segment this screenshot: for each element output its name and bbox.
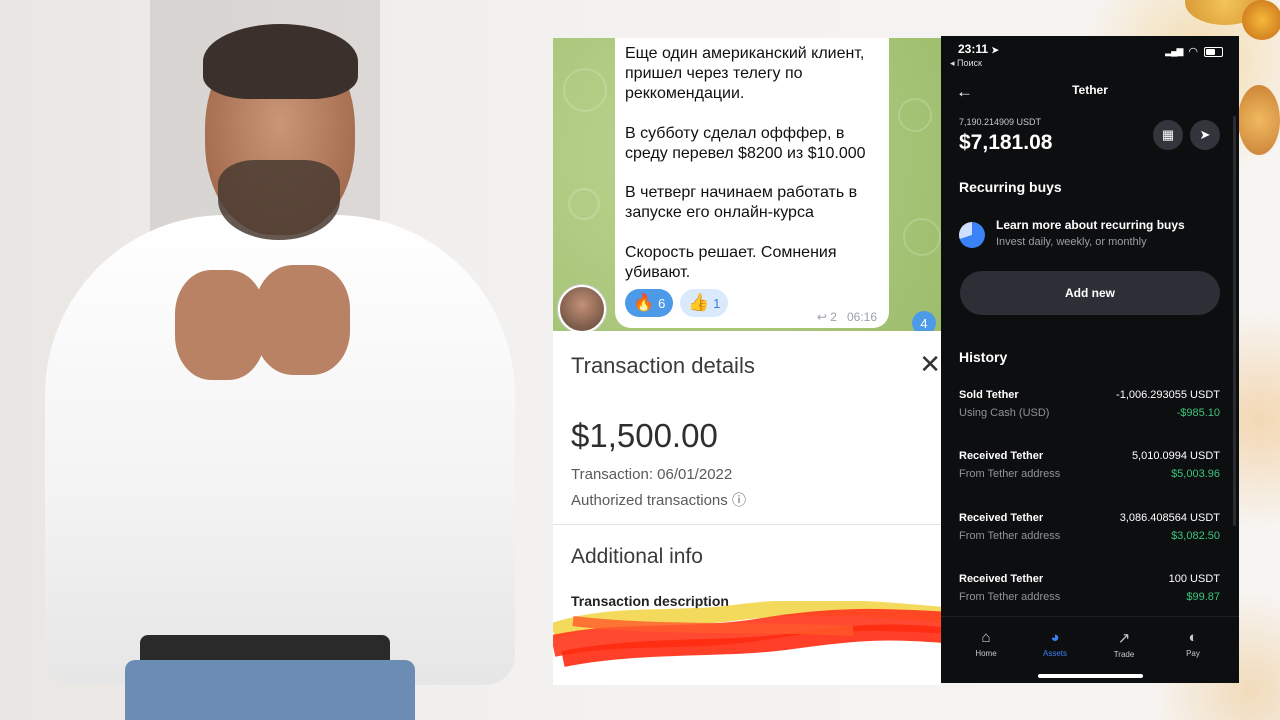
history-fiat: -$985.10	[1176, 407, 1220, 419]
tab-pay[interactable]: ◐ Pay	[1163, 629, 1223, 658]
history-amount: 5,010.0994 USDT	[1131, 450, 1220, 462]
additional-info-heading: Additional info	[571, 545, 703, 568]
history-row[interactable]: Received Tether From Tether address 100 …	[959, 573, 1220, 613]
location-icon: ➤	[991, 45, 999, 55]
message-meta: ↩ 2 06:16	[817, 310, 877, 324]
message-paragraph: Скорость решает. Сомнения убивают.	[625, 244, 837, 281]
status-time: 23:11 ➤	[958, 42, 999, 56]
redaction-scribble	[553, 601, 941, 667]
tab-assets[interactable]: ◕ Assets	[1025, 629, 1085, 658]
telegram-message-panel: Еще один американский клиент, пришел чер…	[553, 38, 941, 331]
send-icon: ➤	[1199, 127, 1211, 142]
reaction-count: 1	[713, 295, 721, 311]
tab-label: Home	[975, 649, 997, 658]
pay-icon: ◐	[1188, 629, 1198, 646]
wifi-icon: ◠	[1188, 46, 1198, 58]
history-fiat: $3,082.50	[1171, 530, 1220, 542]
balance-fiat: $7,181.08	[959, 131, 1053, 154]
divider	[553, 524, 941, 525]
recurring-learn-text: Learn more about recurring buys	[996, 218, 1185, 232]
recurring-buys-heading: Recurring buys	[959, 179, 1062, 195]
history-amount: 3,086.408564 USDT	[1119, 512, 1220, 524]
trend-chart-icon: ↗	[1117, 630, 1131, 647]
history-title: Sold Tether	[959, 389, 1019, 401]
scrollbar	[1233, 116, 1236, 526]
history-row[interactable]: Received Tether From Tether address 5,01…	[959, 450, 1220, 490]
status-icons: ▂▄▆ ◠	[1165, 45, 1223, 58]
recurring-sub-text: Invest daily, weekly, or monthly	[996, 236, 1147, 248]
status-back-link[interactable]: ◂ Поиск	[950, 58, 982, 69]
page-title: Transaction details	[571, 353, 755, 378]
message-time: 06:16	[846, 310, 877, 324]
authorized-transactions-link[interactable]: Authorized transactions ⓘ	[571, 490, 746, 510]
reaction-thumbs-up[interactable]: 👍 1	[680, 289, 729, 317]
status-time-text: 23:11	[958, 42, 989, 56]
home-indicator	[1038, 674, 1143, 678]
qr-code-button[interactable]: ▦	[1153, 120, 1183, 150]
history-subtitle: From Tether address	[959, 468, 1061, 480]
home-icon: ⌂	[981, 629, 991, 646]
reply-count: 2	[830, 310, 837, 324]
page-title: Tether	[1072, 83, 1108, 97]
history-heading: History	[959, 349, 1008, 365]
close-icon[interactable]: ✕	[919, 351, 941, 377]
transaction-amount: $1,500.00	[571, 417, 718, 454]
tab-label: Pay	[1186, 649, 1200, 658]
unread-badge[interactable]: 4	[912, 311, 936, 331]
history-fiat: $99.87	[1186, 591, 1220, 603]
transaction-date: Transaction: 06/01/2022	[571, 466, 733, 483]
balance-crypto: 7,190.214909 USDT	[959, 117, 1042, 127]
fire-emoji-icon: 🔥	[633, 293, 655, 312]
reaction-fire[interactable]: 🔥 6	[625, 289, 674, 317]
avatar[interactable]	[558, 285, 606, 331]
bottom-tab-bar: ⌂ Home ◕ Assets ↗ Trade ◐ Pay	[941, 616, 1239, 683]
qr-code-icon: ▦	[1161, 127, 1175, 142]
history-amount: 100 USDT	[1168, 573, 1220, 585]
message-paragraph: В субботу сделал офффер, в среду перевел…	[625, 125, 866, 162]
history-subtitle: From Tether address	[959, 530, 1061, 542]
signal-icon: ▂▄▆	[1165, 46, 1183, 56]
transaction-details-panel: Transaction details ✕ $1,500.00 Transact…	[553, 331, 941, 685]
authorized-label: Authorized transactions	[571, 492, 728, 509]
history-title: Received Tether	[959, 450, 1044, 462]
history-row[interactable]: Received Tether From Tether address 3,08…	[959, 512, 1220, 552]
pie-chart-icon: ◕	[1050, 629, 1060, 646]
history-subtitle: Using Cash (USD)	[959, 407, 1050, 419]
send-button[interactable]: ➤	[1190, 120, 1220, 150]
tab-label: Trade	[1113, 650, 1135, 659]
reaction-count: 6	[658, 295, 666, 311]
message-paragraph: В четверг начинаем работать в запуске ег…	[625, 184, 858, 221]
coin-decoration	[1238, 85, 1280, 155]
battery-icon	[1204, 46, 1223, 57]
tab-home[interactable]: ⌂ Home	[956, 629, 1016, 658]
message-paragraph: Еще один американский клиент, пришел чер…	[625, 45, 865, 102]
thumbs-up-emoji-icon: 👍	[688, 293, 710, 312]
history-title: Received Tether	[959, 512, 1044, 524]
tab-trade[interactable]: ↗ Trade	[1094, 629, 1154, 659]
tab-label: Assets	[1042, 649, 1067, 658]
history-row[interactable]: Sold Tether Using Cash (USD) -1,006.2930…	[959, 389, 1220, 429]
add-new-button[interactable]: Add new	[960, 271, 1220, 315]
crypto-app-screen: 23:11 ➤ ◂ Поиск ▂▄▆ ◠ Tether ← 7,190.214…	[941, 36, 1239, 683]
person-photo	[0, 0, 560, 720]
history-fiat: $5,003.96	[1171, 468, 1220, 480]
history-subtitle: From Tether address	[959, 591, 1061, 603]
pie-chart-icon	[959, 222, 985, 248]
message-bubble: Еще один американский клиент, пришел чер…	[615, 38, 889, 328]
history-amount: -1,006.293055 USDT	[1116, 389, 1220, 401]
history-title: Received Tether	[959, 573, 1044, 585]
coin-decoration	[1242, 0, 1280, 40]
reply-icon: ↩	[816, 310, 827, 324]
info-icon[interactable]: ⓘ	[732, 492, 746, 508]
back-arrow-icon[interactable]: ←	[956, 82, 973, 102]
